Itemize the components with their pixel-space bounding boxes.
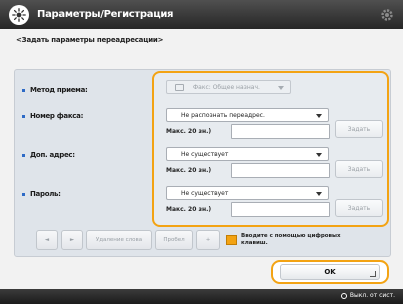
chevron-down-icon <box>316 153 322 157</box>
title-bar: Параметры/Регистрация <box>0 0 403 29</box>
fax-number-select[interactable]: Не распознать переадрес. <box>166 108 329 122</box>
cursor-right-button[interactable]: ► <box>61 230 83 250</box>
sub-address-select[interactable]: Не существует <box>166 147 329 161</box>
method-select[interactable]: Факс: Общее назнач. <box>166 80 291 94</box>
password-set-button[interactable]: Задать <box>335 199 383 217</box>
fax-icon <box>175 84 184 91</box>
ok-button[interactable]: OK <box>280 264 380 280</box>
resize-corner-icon <box>370 271 376 277</box>
bullet <box>22 88 25 92</box>
backspace-button[interactable]: Удаление слова <box>86 230 152 250</box>
fax-number-max-label: Макс. 20 зн.) <box>166 128 212 135</box>
fax-number-label-text: Номер факса: <box>30 112 84 120</box>
status-text: Выкл. от сист. <box>349 292 395 299</box>
space-button[interactable]: Пробел <box>155 230 193 250</box>
ok-button-frame: OK <box>271 260 389 284</box>
status-bar: Выкл. от сист. <box>0 289 403 304</box>
sub-address-max-label: Макс. 20 зн.) <box>166 167 212 174</box>
power-icon <box>340 292 347 299</box>
sub-address-input[interactable] <box>231 163 330 178</box>
window-title: Параметры/Регистрация <box>37 9 174 20</box>
numeric-keys-label: Вводите с помощью цифровых клавиш. <box>241 233 341 246</box>
chevron-down-icon <box>316 192 322 196</box>
chevron-down-icon <box>278 86 284 90</box>
status-right[interactable]: Выкл. от сист. <box>340 292 395 299</box>
bullet <box>22 153 25 157</box>
password-value: Не существует <box>181 189 229 197</box>
fax-number-input[interactable] <box>231 124 330 139</box>
method-label: Метод приема: <box>22 86 88 94</box>
password-label: Пароль: <box>22 190 61 198</box>
sub-address-label: Доп. адрес: <box>22 151 75 159</box>
chevron-down-icon <box>316 114 322 118</box>
bullet <box>22 192 25 196</box>
method-label-text: Метод приема: <box>30 86 88 94</box>
page-subtitle: <Задать параметры переадресации> <box>16 36 164 44</box>
password-max-label: Макс. 20 зн.) <box>166 206 212 213</box>
gear-icon[interactable] <box>379 7 395 23</box>
cursor-left-button[interactable]: ◄ <box>36 230 58 250</box>
sub-address-label-text: Доп. адрес: <box>30 151 75 159</box>
fax-number-set-button[interactable]: Задать <box>335 120 383 138</box>
fax-number-label: Номер факса: <box>22 112 83 120</box>
sub-address-value: Не существует <box>181 150 229 158</box>
ok-label: OK <box>324 268 336 276</box>
fax-number-value: Не распознать переадрес. <box>181 111 265 119</box>
password-label-text: Пароль: <box>30 190 61 198</box>
numeric-keypad-icon <box>226 235 237 245</box>
sub-address-set-button[interactable]: Задать <box>335 160 383 178</box>
plus-button[interactable]: + <box>196 230 220 250</box>
bullet <box>22 114 25 118</box>
settings-register-icon <box>9 4 29 25</box>
screen: Параметры/Регистрация <Задать параметры … <box>0 0 403 304</box>
password-select[interactable]: Не существует <box>166 186 329 200</box>
method-value: Факс: Общее назнач. <box>193 83 260 91</box>
numeric-keys-toggle[interactable]: Вводите с помощью цифровых клавиш. <box>226 230 352 250</box>
password-input[interactable] <box>231 202 330 217</box>
